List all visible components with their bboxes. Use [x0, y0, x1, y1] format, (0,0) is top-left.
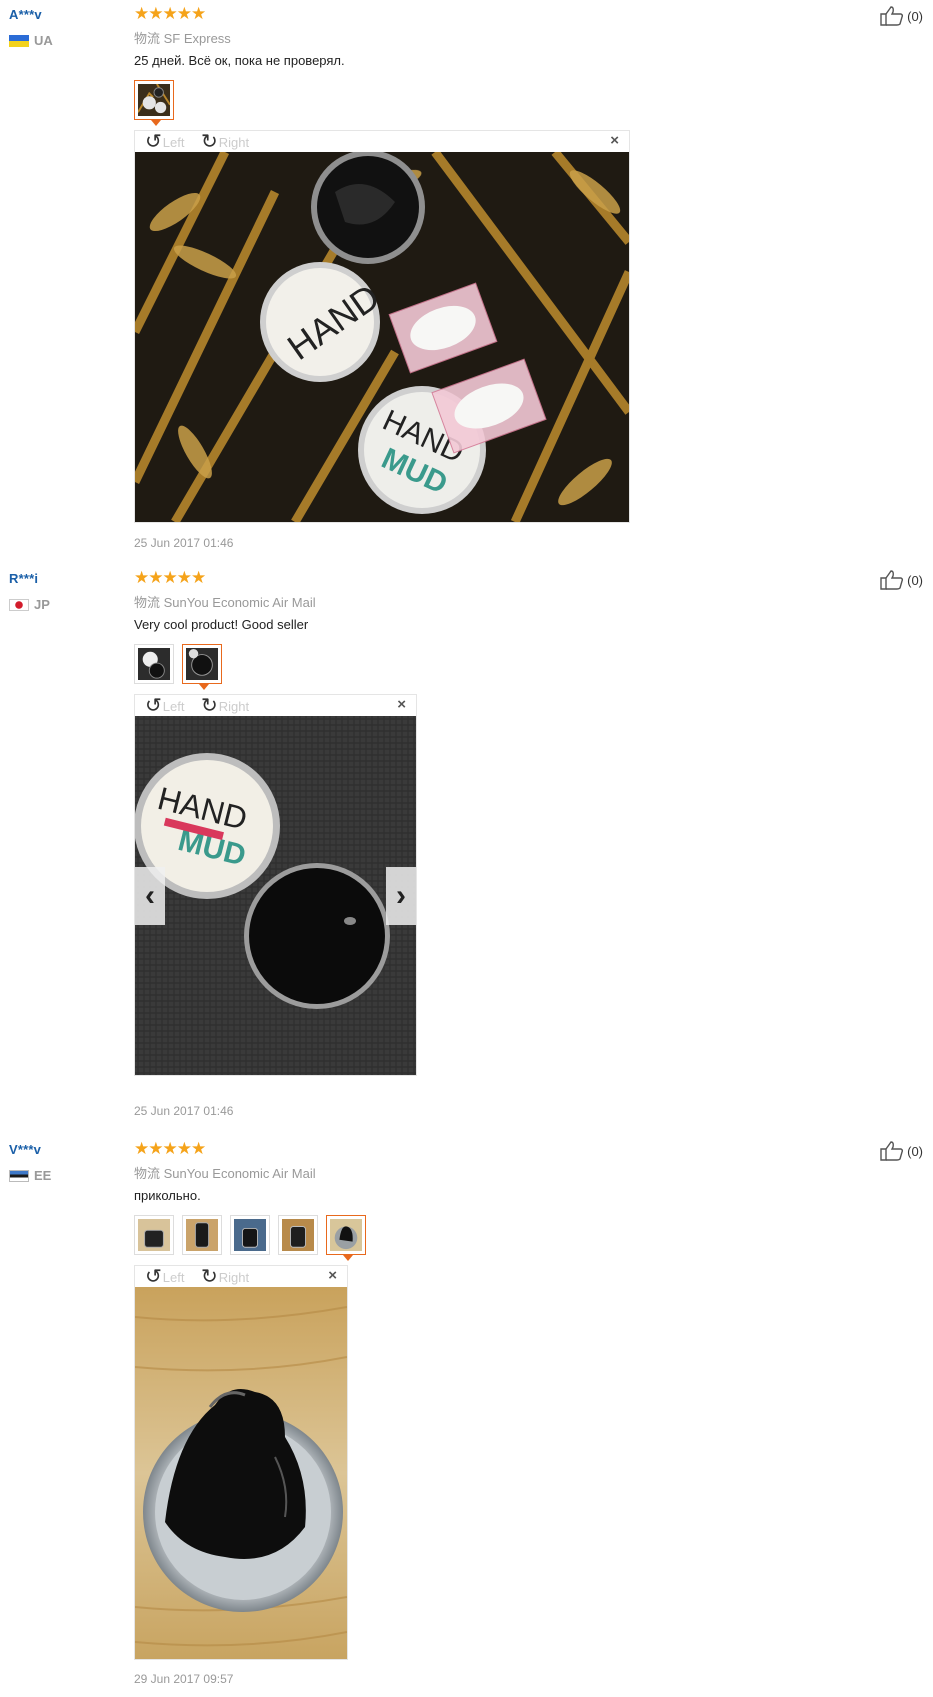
flag-icon [9, 1169, 29, 1182]
review-date: 29 Jun 2017 09:57 [134, 1672, 234, 1686]
helpful-count: (0) [907, 1143, 923, 1159]
review-item: V***v EE ★★★★★ 物流 SunYou Economic Air Ma… [0, 1135, 933, 1697]
photo-thumbnails [134, 80, 174, 126]
rotate-right-icon: ↻ [201, 131, 218, 153]
country-code: JP [34, 597, 50, 612]
thumbnail-image [282, 1219, 314, 1251]
country-code: EE [34, 1168, 52, 1183]
star-rating: ★★★★★ [134, 4, 206, 23]
flag-icon [9, 34, 29, 47]
photo-thumbnail[interactable] [134, 1215, 174, 1255]
previous-photo-button[interactable]: ‹ [135, 866, 165, 925]
rotate-right-label: Right [218, 1269, 250, 1285]
thumbs-up-icon [880, 570, 904, 590]
review-item: R***i JP ★★★★★ 物流 SunYou Economic Air Ma… [0, 564, 933, 1124]
thumbnail-image [186, 1219, 218, 1251]
rotate-left-icon: ↺ [145, 131, 162, 153]
logistics-info: 物流 SF Express [134, 31, 231, 46]
helpful-count: (0) [907, 8, 923, 24]
rotate-left-button[interactable]: ↺ Left [145, 696, 184, 716]
photo-image: HAND MUD [135, 716, 416, 1075]
thumbs-up-icon [880, 1141, 904, 1161]
review-photo: HAND HAND MUD [135, 152, 629, 522]
review-date: 25 Jun 2017 01:46 [134, 1104, 234, 1118]
star-rating: ★★★★★ [134, 1139, 206, 1158]
review-comment: Very cool product! Good seller [134, 617, 309, 632]
country-code: UA [34, 33, 53, 48]
review-date: 25 Jun 2017 01:46 [134, 536, 234, 550]
reviewer-country: UA [9, 33, 53, 48]
review-photo: HAND MUD ‹ › [135, 716, 416, 1075]
review-item: A***v UA ★★★★★ 物流 SF Express 25 дней. Вс… [0, 0, 933, 560]
rotate-right-icon: ↻ [201, 1266, 218, 1288]
rotate-left-button[interactable]: ↺ Left [145, 132, 184, 152]
review-photo [135, 1287, 347, 1659]
photo-thumbnail[interactable] [230, 1215, 270, 1255]
viewer-toolbar: ↺ Left ↻ Right × [135, 131, 629, 152]
helpful-button[interactable]: (0) [879, 569, 923, 591]
helpful-count: (0) [907, 572, 923, 588]
rotate-left-icon: ↺ [145, 695, 162, 717]
photo-thumbnail[interactable] [134, 80, 174, 126]
rotate-right-label: Right [218, 698, 250, 714]
thumbnail-image [330, 1219, 362, 1251]
thumbnail-image [137, 83, 171, 116]
rotate-right-label: Right [218, 134, 250, 150]
close-icon[interactable]: × [610, 132, 619, 149]
close-icon[interactable]: × [328, 1267, 337, 1284]
photo-thumbnail[interactable] [182, 1215, 222, 1255]
rotate-left-label: Left [162, 698, 185, 714]
photo-viewer: ↺ Left ↻ Right × HAND MUD ‹ › [134, 694, 417, 1076]
photo-thumbnail[interactable] [278, 1215, 318, 1255]
rotate-left-icon: ↺ [145, 1266, 162, 1288]
reviewer-name[interactable]: V***v [9, 1142, 41, 1157]
rotate-right-icon: ↻ [201, 695, 218, 717]
thumbnail-image [138, 648, 170, 680]
rotate-left-button[interactable]: ↺ Left [145, 1267, 184, 1287]
photo-image [135, 1287, 347, 1659]
reviewer-name[interactable]: A***v [9, 7, 42, 22]
rotate-left-label: Left [162, 134, 185, 150]
photo-thumbnails [134, 1215, 366, 1261]
thumbnail-image [138, 1219, 170, 1251]
rotate-right-button[interactable]: ↻ Right [201, 1267, 249, 1287]
viewer-toolbar: ↺ Left ↻ Right × [135, 1266, 347, 1287]
photo-thumbnail[interactable] [326, 1215, 366, 1261]
helpful-button[interactable]: (0) [879, 1140, 923, 1162]
viewer-toolbar: ↺ Left ↻ Right × [135, 695, 416, 716]
thumbnail-image [234, 1219, 266, 1251]
review-comment: 25 дней. Всё ок, пока не проверял. [134, 53, 345, 68]
reviewer-name[interactable]: R***i [9, 571, 38, 586]
photo-thumbnails [134, 644, 222, 690]
rotate-right-button[interactable]: ↻ Right [201, 132, 249, 152]
logistics-info: 物流 SunYou Economic Air Mail [134, 1166, 316, 1181]
next-photo-button[interactable]: › [386, 866, 416, 925]
rotate-right-button[interactable]: ↻ Right [201, 696, 249, 716]
photo-thumbnail[interactable] [182, 644, 222, 690]
photo-thumbnail[interactable] [134, 644, 174, 684]
photo-viewer: ↺ Left ↻ Right × [134, 1265, 348, 1660]
review-comment: прикольно. [134, 1188, 201, 1203]
reviewer-country: EE [9, 1168, 51, 1183]
rotate-left-label: Left [162, 1269, 185, 1285]
photo-viewer: ↺ Left ↻ Right × [134, 130, 630, 523]
star-rating: ★★★★★ [134, 568, 206, 587]
photo-image: HAND HAND MUD [135, 152, 629, 522]
thumbnail-image [186, 648, 218, 680]
close-icon[interactable]: × [397, 696, 406, 713]
helpful-button[interactable]: (0) [879, 5, 923, 27]
thumbs-up-icon [880, 6, 904, 26]
logistics-info: 物流 SunYou Economic Air Mail [134, 595, 316, 610]
reviewer-country: JP [9, 597, 50, 612]
flag-icon [9, 598, 29, 611]
